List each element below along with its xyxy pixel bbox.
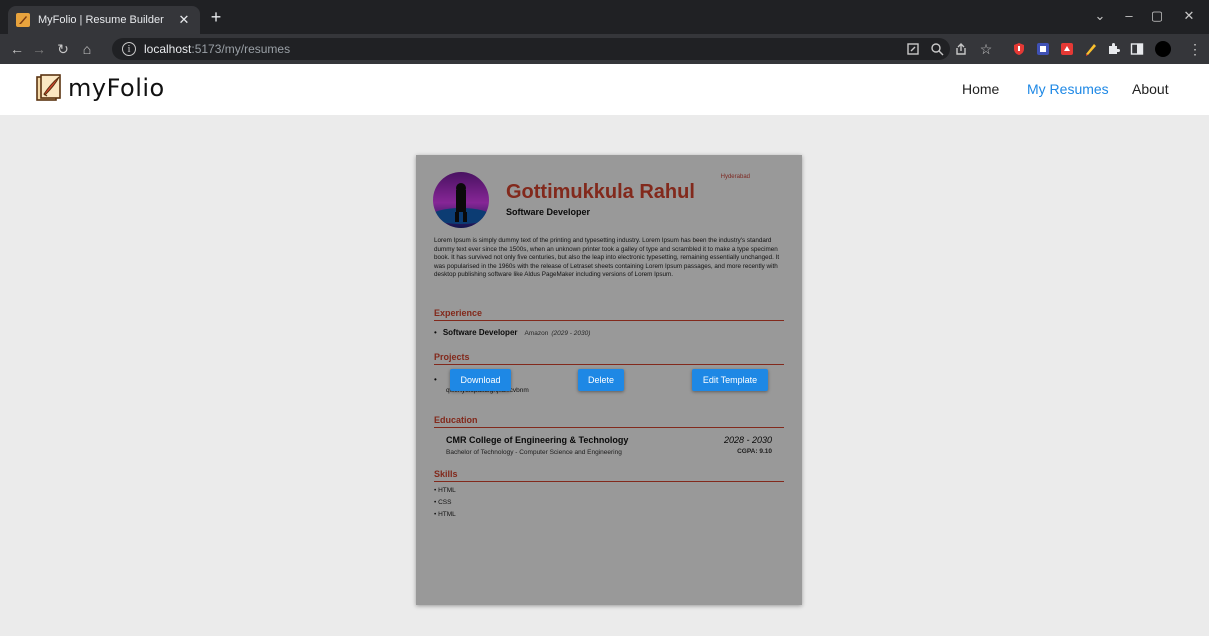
delete-button[interactable]: Delete <box>578 369 624 391</box>
url-path: :5173/my/resumes <box>191 42 291 56</box>
browser-menu-icon[interactable]: ⋮ <box>1186 40 1204 58</box>
resume-card[interactable]: Hyderabad Gottimukkula Rahul Software De… <box>416 155 802 605</box>
tab-title: MyFolio | Resume Builder <box>38 14 164 26</box>
forward-icon[interactable]: → <box>30 40 48 58</box>
browser-tab-bar: MyFolio | Resume Builder ✕ + ⌄ – ▢ ✕ <box>0 0 1209 34</box>
browser-tab[interactable]: MyFolio | Resume Builder ✕ <box>8 6 200 34</box>
resumes-page: Hyderabad Gottimukkula Rahul Software De… <box>0 115 1209 636</box>
extensions-puzzle-icon[interactable] <box>1106 42 1120 56</box>
profile-avatar[interactable] <box>1155 41 1171 57</box>
extension-adblock-icon[interactable] <box>1012 42 1026 56</box>
minimize-icon[interactable]: – <box>1118 8 1140 24</box>
back-icon[interactable]: ← <box>8 40 26 58</box>
zoom-icon[interactable] <box>930 42 944 56</box>
nav-link-home[interactable]: Home <box>962 81 999 97</box>
install-app-icon[interactable] <box>906 42 920 56</box>
logo-text: myFolio <box>68 74 165 102</box>
extension-red-icon[interactable] <box>1060 42 1074 56</box>
tab-close-icon[interactable]: ✕ <box>176 12 192 28</box>
address-bar[interactable]: i localhost :5173/my/resumes <box>112 38 950 60</box>
site-info-icon[interactable]: i <box>122 42 136 56</box>
extension-square-icon[interactable] <box>1036 42 1050 56</box>
url-host: localhost <box>144 42 192 56</box>
reload-icon[interactable]: ↻ <box>54 40 72 58</box>
extension-pen-icon[interactable] <box>1084 42 1098 56</box>
logo-icon <box>36 74 61 101</box>
bookmark-star-icon[interactable]: ☆ <box>977 40 995 58</box>
home-icon[interactable]: ⌂ <box>78 40 96 58</box>
favicon-icon <box>16 13 30 27</box>
share-icon[interactable] <box>954 42 968 56</box>
edit-template-button[interactable]: Edit Template <box>692 369 768 391</box>
tab-search-icon[interactable]: ⌄ <box>1089 8 1111 24</box>
maximize-icon[interactable]: ▢ <box>1146 8 1168 24</box>
side-panel-icon[interactable] <box>1130 42 1144 56</box>
app-header: myFolio Home My Resumes About <box>0 64 1209 115</box>
browser-toolbar: ← → ↻ ⌂ i localhost :5173/my/resumes ☆ ⋮ <box>0 34 1209 64</box>
new-tab-icon[interactable]: + <box>206 8 226 26</box>
window-close-icon[interactable]: ✕ <box>1178 8 1200 24</box>
site-logo[interactable]: myFolio <box>36 74 165 102</box>
nav-link-my-resumes[interactable]: My Resumes <box>1027 81 1109 97</box>
download-button[interactable]: Download <box>450 369 511 391</box>
nav-link-about[interactable]: About <box>1132 81 1169 97</box>
